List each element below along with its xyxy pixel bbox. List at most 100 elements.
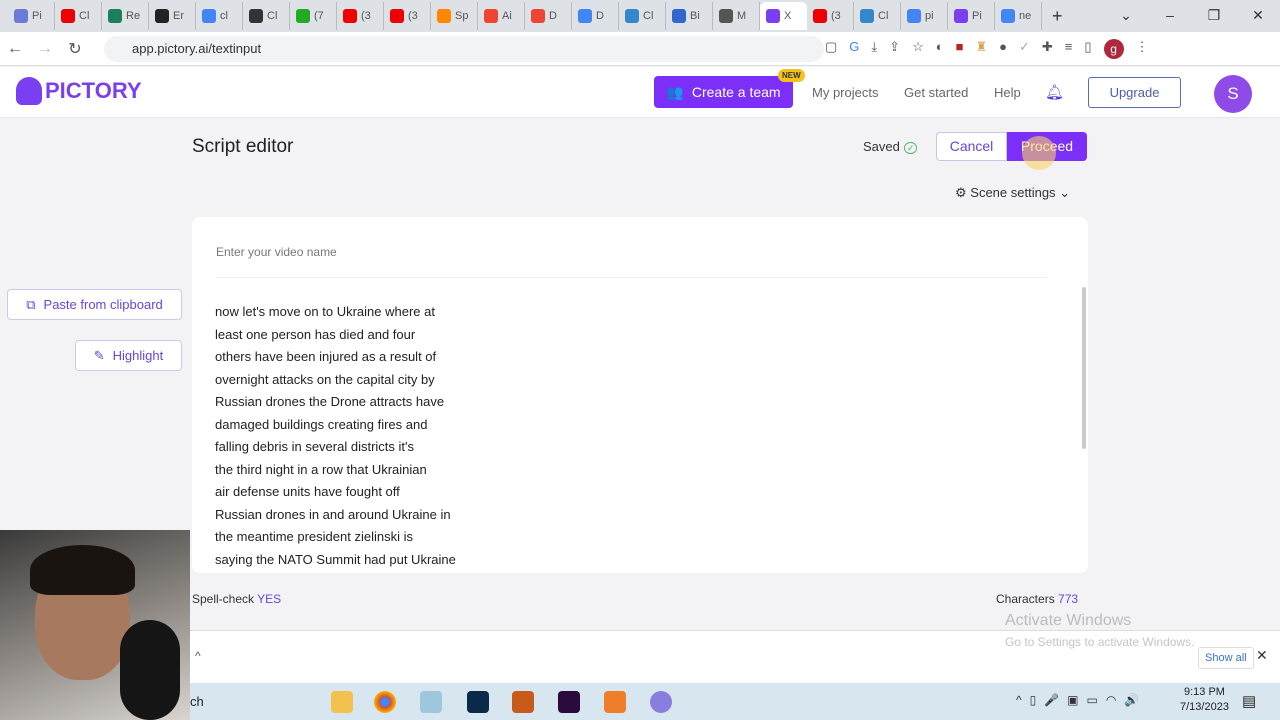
- spellcheck-toggle[interactable]: Spell-check YES: [192, 592, 281, 606]
- browser-tab[interactable]: (3: [337, 2, 384, 30]
- favicon-icon: [578, 9, 592, 23]
- premiere-icon[interactable]: [558, 691, 580, 713]
- chrome-icon[interactable]: [374, 691, 396, 713]
- highlight-button[interactable]: ✎ Highlight: [75, 340, 182, 371]
- restore-button[interactable]: ❐: [1192, 7, 1236, 24]
- photoshop-icon[interactable]: [467, 691, 489, 713]
- file-explorer-icon[interactable]: [331, 691, 353, 713]
- browser-tab[interactable]: cl: [196, 2, 243, 30]
- check-icon[interactable]: ✓: [1019, 39, 1030, 59]
- favicon-icon: [296, 9, 310, 23]
- characters-value: 773: [1058, 592, 1079, 606]
- browser-tab[interactable]: X: [760, 2, 807, 30]
- share-icon[interactable]: ⇪: [889, 39, 900, 59]
- favicon-icon: [860, 9, 874, 23]
- browser-tab[interactable]: Ai: [478, 2, 525, 30]
- pictory-logo[interactable]: PICTORY: [16, 77, 142, 105]
- favicon-icon: [108, 9, 122, 23]
- reload-icon[interactable]: ↻: [60, 39, 90, 59]
- close-window-button[interactable]: ✕: [1236, 7, 1280, 24]
- bell-icon[interactable]: 🔔︎: [1045, 83, 1064, 101]
- upgrade-button[interactable]: Upgrade: [1088, 77, 1181, 108]
- script-line: overnight attacks on the capital city by: [215, 371, 435, 387]
- browser-tab[interactable]: Re: [102, 2, 149, 30]
- favicon-icon: [766, 9, 780, 23]
- search-box[interactable]: ch: [190, 694, 204, 709]
- menu-icon[interactable]: ⋮: [1136, 39, 1149, 59]
- back-icon[interactable]: ←: [0, 40, 30, 58]
- tab-title: Re: [126, 10, 141, 22]
- chevron-up-icon[interactable]: ^: [195, 649, 201, 663]
- tab-title: Ai: [502, 10, 512, 22]
- bookmark-star-icon[interactable]: ☆: [912, 39, 924, 59]
- favicon-icon: [390, 9, 404, 23]
- notification-icon[interactable]: ▤: [1242, 692, 1256, 710]
- pen-icon: ✎: [93, 347, 105, 363]
- url-input[interactable]: app.pictory.ai/textinput: [104, 35, 824, 62]
- script-line: least one person has died and four: [215, 326, 416, 342]
- browser-tab[interactable]: D: [525, 2, 572, 30]
- my-projects-link[interactable]: My projects: [812, 85, 878, 100]
- video-name-input[interactable]: Enter your video name: [216, 245, 1046, 278]
- browser-tab[interactable]: Cl: [854, 2, 901, 30]
- browser-tab[interactable]: Pi: [8, 2, 55, 30]
- tab-title: D: [549, 10, 557, 22]
- browser-tab[interactable]: (3: [807, 2, 854, 30]
- reading-list-icon[interactable]: ≡: [1065, 39, 1073, 59]
- saved-label: Saved: [863, 139, 900, 154]
- side-panel-icon[interactable]: ▯: [1084, 39, 1091, 59]
- app-icon[interactable]: [512, 691, 534, 713]
- forward-icon[interactable]: →: [30, 40, 60, 58]
- tab-title: Pi: [972, 10, 982, 22]
- create-team-button[interactable]: 👥 Create a team: [654, 76, 793, 108]
- app-icon[interactable]: [604, 691, 626, 713]
- app-icon[interactable]: [420, 691, 442, 713]
- extension-icon[interactable]: ■: [956, 39, 964, 59]
- help-link[interactable]: Help: [994, 85, 1021, 100]
- show-all-button[interactable]: Show all: [1198, 647, 1254, 669]
- script-line: falling debris in several districts it's: [215, 439, 414, 454]
- extension-icon[interactable]: ♜: [975, 39, 987, 59]
- cancel-button[interactable]: Cancel: [936, 132, 1007, 161]
- logo-text: PICTORY: [45, 78, 142, 103]
- browser-tab[interactable]: Bi: [666, 2, 713, 30]
- browser-tab[interactable]: Cl: [619, 2, 666, 30]
- new-tab-button[interactable]: +: [1052, 6, 1063, 27]
- cursor-highlight: [1022, 136, 1056, 170]
- browser-tab[interactable]: M: [713, 2, 760, 30]
- browser-tab[interactable]: pi: [901, 2, 948, 30]
- get-started-link[interactable]: Get started: [904, 85, 968, 100]
- browser-tab[interactable]: Pi: [948, 2, 995, 30]
- app-icon[interactable]: [650, 691, 672, 713]
- extension-icon[interactable]: ●: [999, 39, 1007, 59]
- script-textarea[interactable]: now let's move on to Ukraine where at lea…: [215, 301, 495, 571]
- browser-tab[interactable]: Cl: [243, 2, 290, 30]
- url-text: app.pictory.ai/textinput: [132, 41, 262, 56]
- browser-tab[interactable]: (7: [290, 2, 337, 30]
- scrollbar[interactable]: [1082, 287, 1086, 449]
- browser-tab[interactable]: (3: [384, 2, 431, 30]
- system-tray[interactable]: ^▯🎤▣▭◠🔊: [1016, 693, 1147, 707]
- tab-search-icon[interactable]: ⌄: [1104, 7, 1148, 24]
- clipboard-icon[interactable]: ▢: [825, 39, 837, 59]
- presenter-hair: [30, 545, 135, 595]
- profile-avatar[interactable]: g: [1103, 38, 1124, 59]
- google-icon[interactable]: G: [849, 39, 859, 59]
- user-avatar[interactable]: S: [1214, 75, 1252, 113]
- browser-tab[interactable]: Cl: [55, 2, 102, 30]
- close-icon[interactable]: ✕: [1256, 647, 1268, 664]
- favicon-icon: [672, 9, 686, 23]
- paste-from-clipboard-button[interactable]: ⧉ Paste from clipboard: [7, 289, 182, 320]
- puzzle-icon[interactable]: ✚: [1042, 39, 1053, 59]
- minimize-button[interactable]: –: [1148, 7, 1192, 23]
- browser-tab[interactable]: Sp: [431, 2, 478, 30]
- browser-tab[interactable]: D: [572, 2, 619, 30]
- install-icon[interactable]: ⤓: [871, 39, 877, 59]
- browser-tab[interactable]: Er: [149, 2, 196, 30]
- clock[interactable]: 9:13 PM 7/13/2023: [1180, 685, 1229, 715]
- saved-status: Saved ✓: [863, 139, 918, 154]
- browser-tab[interactable]: ne: [995, 2, 1042, 30]
- extension-icon[interactable]: ◐: [936, 39, 944, 59]
- favicon-icon: [907, 9, 921, 23]
- scene-settings-dropdown[interactable]: ⚙ Scene settings ⌄: [955, 185, 1070, 201]
